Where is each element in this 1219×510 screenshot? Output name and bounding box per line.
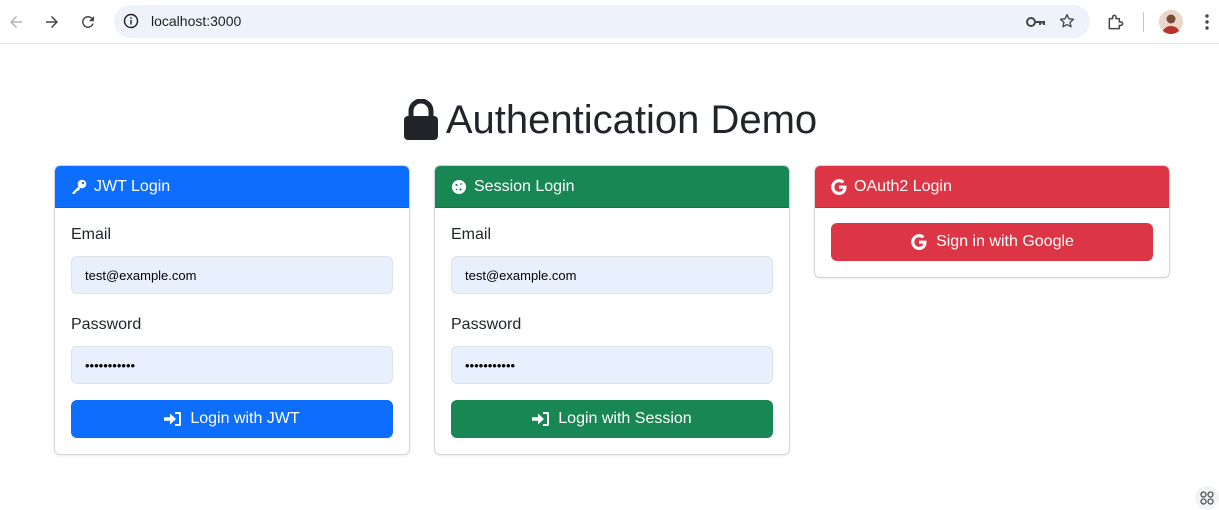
info-icon [123,13,139,29]
back-arrow-icon [10,16,22,28]
bookmark-button[interactable] [1057,11,1077,31]
puzzle-icon [1108,14,1124,30]
lock-icon [402,99,440,141]
reload-icon [82,15,94,28]
address-bar[interactable]: localhost:3000 [114,5,1090,38]
key-icon [1026,17,1045,27]
url-text[interactable]: localhost:3000 [151,13,241,29]
corner-widget-button[interactable] [1195,486,1219,510]
jwt-login-card: JWT Login Email test@example.com Passwor… [54,165,410,455]
page-title-text: Authentication Demo [445,97,818,142]
jwt-password-input[interactable]: ••••••••••• [71,346,393,384]
session-password-input[interactable]: ••••••••••• [451,346,773,384]
cookie-icon [451,179,467,195]
grid-icon [1200,491,1214,505]
session-password-label: Password [451,316,522,333]
oauth2-login-card: OAuth2 Login Sign in with Google [814,165,1170,278]
jwt-password-label: Password [71,316,142,333]
login-with-session-button[interactable]: Login with Session [451,400,773,438]
sign-in-icon [532,411,550,427]
browser-toolbar: localhost:3000 [0,0,1219,44]
profile-avatar[interactable] [1159,10,1183,34]
login-with-session-label: Login with Session [558,410,692,427]
session-card-header: Session Login [435,166,789,208]
site-info-button[interactable] [122,12,140,30]
sign-in-with-google-button[interactable]: Sign in with Google [831,223,1153,261]
forward-arrow-icon [46,16,58,28]
forward-button[interactable] [38,8,66,36]
session-login-card: Session Login Email test@example.com Pas… [434,165,790,455]
sign-in-with-google-label: Sign in with Google [936,233,1074,250]
oauth2-card-header: OAuth2 Login [815,166,1169,208]
profile-picture [1159,10,1183,34]
google-icon [831,178,847,195]
browser-menu-button[interactable] [1197,10,1217,34]
key-icon [71,179,87,195]
star-icon [1059,13,1075,28]
jwt-card-title: JWT Login [94,177,171,195]
session-email-input[interactable]: test@example.com [451,256,773,294]
oauth2-card-title: OAuth2 Login [854,177,952,195]
session-card-title: Session Login [474,177,575,195]
session-email-label: Email [451,226,492,243]
reload-button[interactable] [74,8,102,36]
password-manager-button[interactable] [1026,12,1046,32]
jwt-email-label: Email [71,226,112,243]
jwt-email-input[interactable]: test@example.com [71,256,393,294]
sign-in-icon [164,411,182,427]
login-with-jwt-button[interactable]: Login with JWT [71,400,393,438]
google-icon [910,234,928,250]
toolbar-divider [1143,12,1144,32]
extensions-button[interactable] [1104,10,1128,34]
back-button[interactable] [2,8,30,36]
page-title: Authentication Demo [0,95,1219,145]
jwt-card-header: JWT Login [55,166,409,208]
kebab-menu-icon [1205,14,1209,30]
login-with-jwt-label: Login with JWT [190,410,300,427]
